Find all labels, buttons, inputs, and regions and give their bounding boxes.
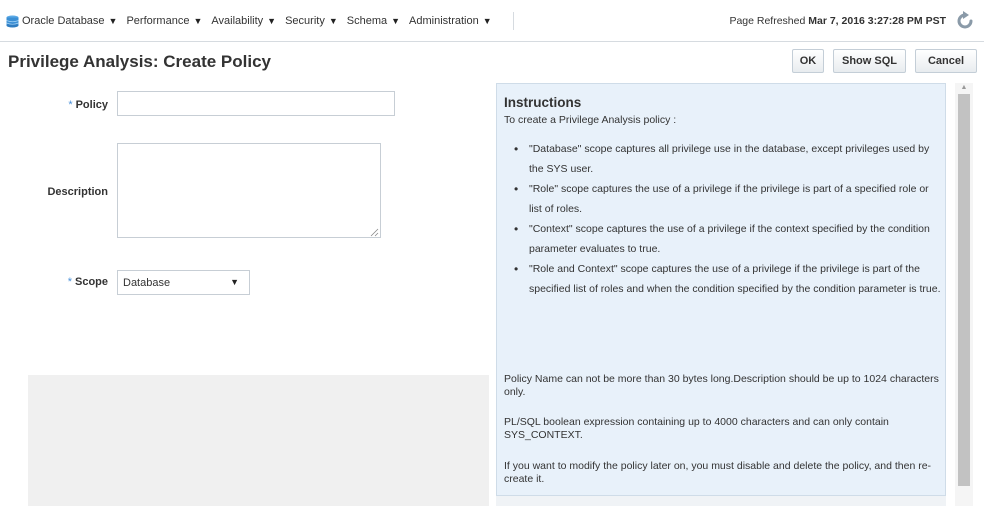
menu-label: Security <box>285 15 325 27</box>
policy-form: * Policy Description * Scope Database ▼ <box>28 83 489 375</box>
refresh-icon[interactable] <box>954 10 976 32</box>
scope-select[interactable]: Database ▼ <box>117 270 250 295</box>
required-marker: * <box>68 99 73 111</box>
menu-security[interactable]: Security ▼ <box>285 15 338 27</box>
policy-label-text: Policy <box>75 99 108 111</box>
policy-label: * Policy <box>28 99 108 111</box>
description-label: Description <box>47 186 108 198</box>
show-sql-button[interactable]: Show SQL <box>833 49 906 73</box>
main-menu: Oracle Database ▼ Performance ▼ Availabi… <box>6 12 514 30</box>
top-menu-bar: Oracle Database ▼ Performance ▼ Availabi… <box>0 0 984 42</box>
refresh-time: Mar 7, 2016 3:27:28 PM PST <box>808 15 946 27</box>
instructions-panel: Instructions To create a Privilege Analy… <box>496 83 946 496</box>
scrollbar-thumb[interactable] <box>958 94 970 486</box>
scope-label: * Scope <box>28 276 108 288</box>
menu-label: Performance <box>126 15 190 27</box>
resize-grip-icon[interactable] <box>370 228 379 237</box>
triangle-down-icon: ▼ <box>328 16 338 26</box>
description-textarea[interactable] <box>117 143 381 238</box>
menu-schema[interactable]: Schema ▼ <box>347 15 400 27</box>
triangle-down-icon: ▼ <box>482 16 492 26</box>
menu-oracle-database[interactable]: Oracle Database ▼ <box>6 15 117 28</box>
menu-label: Oracle Database <box>22 15 105 27</box>
scroll-up-arrow-icon[interactable]: ▲ <box>957 83 971 93</box>
menu-label: Schema <box>346 15 388 27</box>
menu-performance[interactable]: Performance ▼ <box>126 15 202 27</box>
required-marker: * <box>67 276 72 288</box>
instructions-intro: To create a Privilege Analysis policy : <box>504 114 677 126</box>
list-item: "Database" scope captures all privilege … <box>504 139 944 179</box>
refresh-prefix: Page Refreshed <box>729 15 806 27</box>
page-title: Privilege Analysis: Create Policy <box>8 52 271 71</box>
list-item: "Context" scope captures the use of a pr… <box>504 219 944 259</box>
database-icon <box>6 15 19 27</box>
scope-label-text: Scope <box>74 276 108 288</box>
instructions-note: Policy Name can not be more than 30 byte… <box>504 373 939 398</box>
triangle-down-icon: ▼ <box>391 16 401 26</box>
title-bar: Privilege Analysis: Create Policy OK Sho… <box>0 42 984 80</box>
instructions-list: "Database" scope captures all privilege … <box>504 139 944 299</box>
triangle-down-icon: ▼ <box>108 16 118 26</box>
triangle-down-icon: ▼ <box>230 277 239 287</box>
instructions-title: Instructions <box>504 95 582 110</box>
page-refreshed-status: Page Refreshed Mar 7, 2016 3:27:28 PM PS… <box>729 15 946 27</box>
triangle-down-icon: ▼ <box>193 16 203 26</box>
instructions-note: PL/SQL boolean expression containing up … <box>504 416 889 441</box>
ok-button[interactable]: OK <box>792 49 824 73</box>
menu-label: Availability <box>211 15 264 27</box>
policy-input[interactable] <box>117 91 395 116</box>
menu-label: Administration <box>409 15 479 27</box>
menu-administration[interactable]: Administration ▼ <box>409 15 492 27</box>
triangle-down-icon: ▼ <box>267 16 277 26</box>
list-item: "Role" scope captures the use of a privi… <box>504 179 944 219</box>
scope-selected-value: Database <box>123 276 171 289</box>
instructions-panel-footer <box>496 496 946 506</box>
instructions-note: If you want to modify the policy later o… <box>504 460 932 485</box>
form-panel-background <box>28 375 489 506</box>
cancel-button[interactable]: Cancel <box>915 49 977 73</box>
menu-availability[interactable]: Availability ▼ <box>211 15 276 27</box>
list-item: "Role and Context" scope captures the us… <box>504 259 944 299</box>
